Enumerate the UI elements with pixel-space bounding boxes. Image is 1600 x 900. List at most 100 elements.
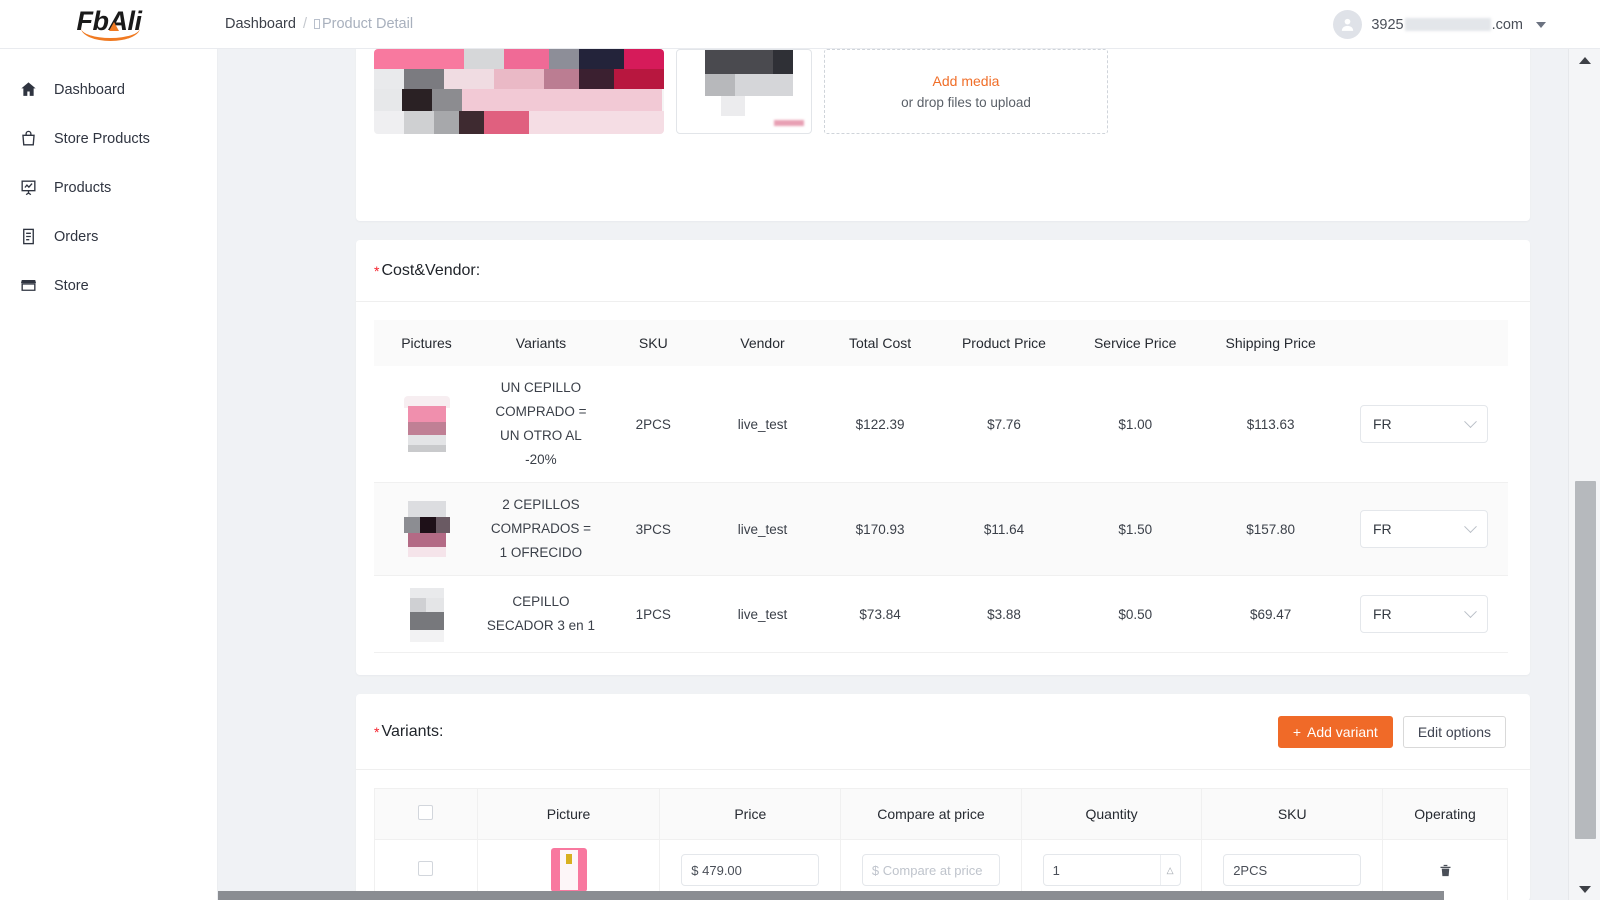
cell-total-cost: $122.39 (821, 366, 939, 483)
shipping-country-select[interactable]: FR (1360, 595, 1488, 633)
sidebar-item-products[interactable]: Products (0, 163, 217, 212)
user-email-prefix: 3925 (1371, 17, 1403, 33)
trash-icon[interactable] (1431, 856, 1459, 884)
compare-at-price-input[interactable]: $ Compare at price (862, 854, 1000, 886)
app-root: FbAli Dashboard / Product Detail 3925 .c… (0, 0, 1600, 900)
quantity-stepper[interactable]: 1 △ (1043, 854, 1181, 886)
required-asterisk: * (374, 262, 379, 278)
media-dropzone[interactable]: Add media or drop files to upload (824, 49, 1108, 134)
cost-vendor-card: * Cost&Vendor: Pictures Variants SKU Ven… (356, 240, 1530, 675)
media-card: Add media or drop files to upload (356, 49, 1530, 221)
required-asterisk: * (374, 723, 379, 739)
stepper-up-icon[interactable]: △ (1160, 855, 1180, 885)
variants-title: * Variants: (374, 723, 443, 741)
presentation-chart-icon (18, 178, 38, 198)
col-quantity: Quantity (1021, 789, 1202, 840)
variant-name: 2 CEPILLOS COMPRADOS = 1 OFRECIDO (486, 493, 596, 565)
edit-options-button[interactable]: Edit options (1403, 716, 1506, 748)
sidebar-item-store[interactable]: Store (0, 261, 217, 310)
chevron-down-icon[interactable] (1536, 22, 1546, 28)
variant-name: UN CEPILLO COMPRADO = UN OTRO AL -20% (486, 376, 596, 472)
user-menu[interactable]: 3925 .com (1333, 0, 1546, 49)
cell-service-price: $1.00 (1069, 366, 1201, 483)
cell-vendor: live_test (704, 576, 822, 653)
cell-sku: 3PCS (603, 483, 704, 576)
shipping-country-select[interactable]: FR (1360, 405, 1488, 443)
sidebar-item-label: Orders (54, 229, 98, 245)
cell-service-price: $0.50 (1069, 576, 1201, 653)
select-all-checkbox[interactable] (418, 805, 433, 820)
col-pictures: Pictures (374, 320, 479, 366)
avatar (1333, 10, 1362, 39)
horizontal-scrollbar[interactable] (218, 891, 1444, 900)
add-variant-button[interactable]: + Add variant (1278, 716, 1393, 748)
table-row: 2 CEPILLOS COMPRADOS = 1 OFRECIDO 3PCS l… (374, 483, 1508, 576)
cell-variant: 2 CEPILLOS COMPRADOS = 1 OFRECIDO (479, 483, 603, 576)
variant-thumbnail[interactable] (404, 586, 450, 642)
store-icon (18, 276, 38, 296)
table-header-row: Picture Price Compare at price Quantity … (375, 789, 1508, 840)
breadcrumb-product-detail: Product Detail (314, 16, 413, 32)
cell-total-cost: $170.93 (821, 483, 939, 576)
user-email-redacted (1405, 18, 1491, 31)
variants-table-head: Picture Price Compare at price Quantity … (375, 789, 1508, 840)
cell-shipping-price: $157.80 (1201, 483, 1340, 576)
sidebar-item-label: Store Products (54, 131, 150, 147)
vertical-scrollbar[interactable] (1568, 49, 1600, 900)
shopping-bag-icon (18, 129, 38, 149)
sidebar-item-store-products[interactable]: Store Products (0, 114, 217, 163)
cell-picture (374, 576, 479, 653)
cell-service-price: $1.50 (1069, 483, 1201, 576)
cost-vendor-title: * Cost&Vendor: (374, 262, 480, 280)
shipping-country-select[interactable]: FR (1360, 510, 1488, 548)
price-input[interactable]: $ 479.00 (681, 854, 819, 886)
drop-files-hint: or drop files to upload (901, 95, 1031, 110)
col-service-price: Service Price (1069, 320, 1201, 366)
product-image-main[interactable] (374, 49, 664, 134)
brand-logo[interactable]: FbAli (0, 0, 218, 49)
variants-table-wrap: Picture Price Compare at price Quantity … (356, 770, 1530, 900)
sidebar-item-orders[interactable]: Orders (0, 212, 217, 261)
variant-thumbnail[interactable] (404, 501, 450, 557)
cost-vendor-header: * Cost&Vendor: (356, 240, 1530, 302)
edit-options-label: Edit options (1418, 724, 1491, 740)
col-sku: SKU (1202, 789, 1383, 840)
col-shipping-country (1340, 320, 1508, 366)
sku-input[interactable]: 2PCS (1223, 854, 1361, 886)
vertical-scrollbar-thumb[interactable] (1575, 481, 1596, 839)
cell-vendor: live_test (704, 366, 822, 483)
variant-thumbnail[interactable] (404, 396, 450, 452)
table-header-row: Pictures Variants SKU Vendor Total Cost … (374, 320, 1508, 366)
breadcrumb-dashboard[interactable]: Dashboard (225, 16, 296, 32)
sidebar-item-label: Products (54, 180, 111, 196)
add-media-link[interactable]: Add media (933, 73, 1000, 89)
user-email: 3925 .com (1371, 17, 1523, 33)
shipping-country-value: FR (1373, 521, 1392, 537)
breadcrumb: Dashboard / Product Detail (225, 16, 413, 32)
logo-swoosh-icon (81, 28, 140, 41)
sidebar: Dashboard Store Products Products (0, 49, 218, 900)
media-row: Add media or drop files to upload (356, 49, 1530, 134)
missing-glyph-icon (314, 19, 320, 29)
scroll-up-arrow-icon[interactable] (1569, 49, 1600, 71)
col-total-cost: Total Cost (821, 320, 939, 366)
sidebar-item-dashboard[interactable]: Dashboard (0, 65, 217, 114)
cell-picture (374, 366, 479, 483)
user-email-suffix: .com (1492, 17, 1523, 33)
row-checkbox[interactable] (418, 861, 433, 876)
variant-thumbnail[interactable] (551, 848, 587, 892)
plus-icon: + (1293, 724, 1301, 740)
scroll-down-arrow-icon[interactable] (1569, 878, 1600, 900)
cost-vendor-table-head: Pictures Variants SKU Vendor Total Cost … (374, 320, 1508, 366)
cell-product-price: $7.76 (939, 366, 1069, 483)
add-variant-label: Add variant (1307, 724, 1378, 740)
variants-card: * Variants: + Add variant Edit options (356, 694, 1530, 900)
main-content: Add media or drop files to upload * Cost… (218, 49, 1550, 900)
variants-actions: + Add variant Edit options (1278, 716, 1506, 748)
breadcrumb-separator: / (303, 16, 307, 32)
product-image-thumb[interactable] (676, 49, 812, 134)
variants-title-text: Variants: (381, 723, 443, 741)
col-operating: Operating (1383, 789, 1508, 840)
table-row: UN CEPILLO COMPRADO = UN OTRO AL -20% 2P… (374, 366, 1508, 483)
document-icon (18, 227, 38, 247)
